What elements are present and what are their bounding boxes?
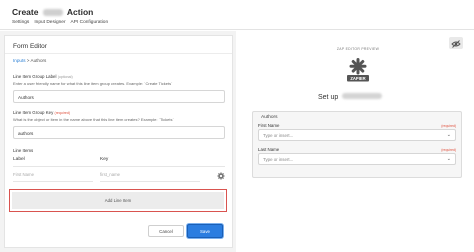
title-prefix: Create [12, 7, 39, 17]
group-key-label: Line Item Group Key (required) [13, 110, 70, 115]
setup-heading: Set up [318, 93, 383, 101]
save-button[interactable]: Save [187, 224, 223, 238]
group-label-label: Line Item Group Label (optional) [13, 74, 73, 79]
placeholder: Type or insert... [263, 157, 294, 162]
group-title: Authors [261, 115, 278, 120]
gear-icon[interactable] [217, 172, 225, 180]
divider [13, 181, 93, 182]
preview-caption: ZAP EDITOR PREVIEW [336, 47, 380, 51]
placeholder: Type or insert... [263, 133, 294, 138]
chevron-down-icon[interactable]: ⌄ [447, 157, 451, 162]
row-1-key-input[interactable]: first_name [100, 172, 120, 177]
redacted-app-name [42, 9, 63, 16]
eye-slash-icon [451, 40, 461, 48]
preview-line-item-group: Authors First Name (required) Type or in… [252, 111, 462, 178]
optional-tag: (optional) [57, 75, 73, 79]
first-name-input[interactable]: Type or insert... ⌄ [258, 129, 456, 141]
breadcrumb-current: Authors [30, 58, 47, 63]
group-key-input[interactable]: authors [13, 126, 225, 139]
breadcrumb-separator: > [26, 58, 30, 63]
redacted-app-name [342, 93, 383, 99]
zapier-logo: ZAPIER [347, 58, 369, 82]
group-label-text: Line Item Group Label [13, 74, 57, 79]
column-key-header: Key [100, 157, 109, 162]
required-tag: (required) [441, 148, 456, 152]
breadcrumb: Inputs > Authors [13, 58, 46, 63]
add-line-item-button[interactable]: Add Line Item [12, 192, 224, 209]
group-key-help: What is the object or item in the name a… [13, 117, 174, 122]
group-key-text: Line Item Group Key [13, 110, 54, 115]
app-header: Create Action Settings Input Designer AP… [0, 0, 474, 30]
form-editor-card: Form Editor Inputs > Authors Line Item G… [4, 35, 233, 248]
tab-settings[interactable]: Settings [12, 20, 29, 25]
group-label-help: Enter a user friendly name for what this… [13, 81, 173, 86]
tab-input-designer[interactable]: Input Designer [34, 20, 65, 25]
divider [100, 181, 200, 182]
setup-prefix: Set up [318, 94, 339, 101]
tab-bar: Settings Input Designer API Configuratio… [12, 20, 108, 25]
title-suffix: Action [66, 7, 94, 17]
row-1-label-input[interactable]: First Name [13, 172, 34, 177]
required-tag: (required) [441, 124, 456, 128]
cancel-button[interactable]: Cancel [148, 225, 184, 237]
first-name-label: First Name [258, 123, 280, 128]
hide-preview-button[interactable] [449, 37, 463, 49]
required-tag: (required) [54, 111, 71, 115]
form-editor-title: Form Editor [13, 43, 47, 50]
logo-text: ZAPIER [350, 76, 365, 81]
divider [5, 53, 232, 54]
breadcrumb-inputs-link[interactable]: Inputs [13, 58, 26, 63]
add-line-item-highlight: Add Line Item [9, 189, 227, 212]
line-items-title: Line Items [13, 148, 34, 153]
column-label-header: Label [13, 157, 25, 162]
group-label-input[interactable]: Authors [13, 90, 225, 103]
tab-api-configuration[interactable]: API Configuration [71, 20, 109, 25]
chevron-down-icon[interactable]: ⌄ [447, 133, 451, 138]
divider [13, 166, 225, 167]
last-name-label: Last Name [258, 147, 280, 152]
last-name-input[interactable]: Type or insert... ⌄ [258, 153, 456, 165]
page-title: Create Action [12, 7, 93, 17]
